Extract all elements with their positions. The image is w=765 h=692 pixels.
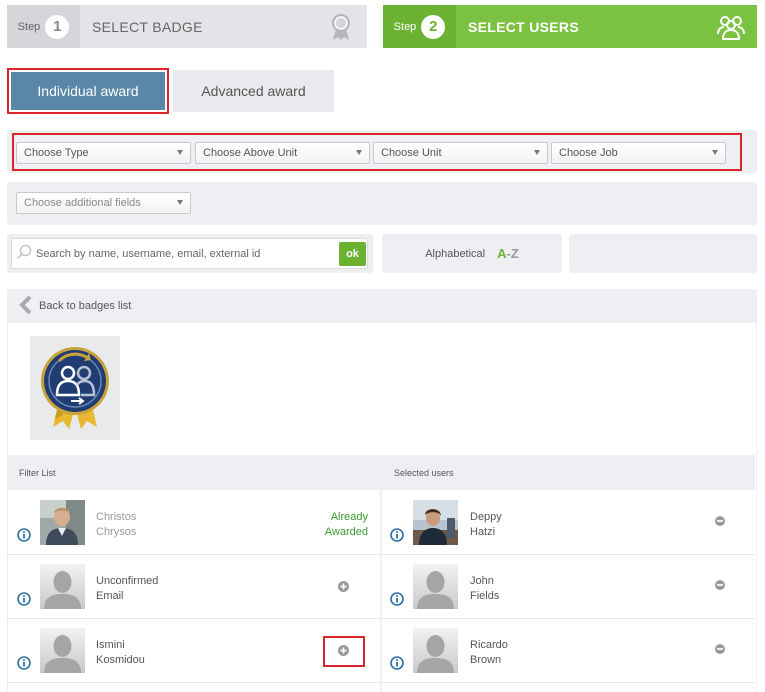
back-to-badges-link[interactable]: Back to badges list (7, 289, 757, 323)
user-name: Unconfirmed Email (96, 575, 159, 602)
step-word: Step (393, 20, 417, 33)
avatar-placeholder (40, 628, 85, 673)
unit-select[interactable]: Choose Unit (373, 142, 548, 164)
avatar-placeholder (413, 564, 458, 609)
filter-list-header: Filter List (7, 455, 380, 490)
info-icon[interactable] (390, 528, 404, 542)
caret-down-icon (712, 150, 718, 155)
step-word: Step (17, 20, 41, 33)
tab-advanced-award[interactable]: Advanced award (173, 70, 334, 112)
user-photo (413, 500, 458, 545)
selected-user-item: John Fields (382, 556, 755, 619)
remove-user-minus-icon[interactable] (714, 514, 726, 526)
selected-badge (30, 336, 120, 440)
caret-down-icon (177, 200, 183, 205)
job-select-value: Choose Job (559, 147, 618, 159)
info-icon[interactable] (17, 592, 31, 606)
search-ok-button[interactable]: ok (339, 242, 366, 266)
sort-label: Alphabetical (425, 247, 486, 260)
user-name: John Fields (470, 575, 500, 602)
step-number-box: Step 1 (7, 5, 80, 48)
alphabetical-sort-button[interactable]: Alphabetical A-Z (382, 234, 562, 273)
back-label: Back to badges list (39, 300, 132, 312)
info-icon[interactable] (17, 656, 31, 670)
filter-list-item: Christos Chrysos Already Awarded (7, 492, 380, 555)
already-awarded-status: Already Awarded (324, 511, 368, 538)
additional-fields-select[interactable]: Choose additional fields (16, 192, 191, 214)
users-group-icon (711, 14, 751, 40)
job-select[interactable]: Choose Job (551, 142, 726, 164)
caret-down-icon (534, 150, 540, 155)
selected-user-item: Deppy Hatzi (382, 492, 755, 555)
unit-select-value: Choose Unit (381, 147, 442, 159)
type-select[interactable]: Choose Type (16, 142, 191, 164)
info-icon[interactable] (390, 656, 404, 670)
empty-panel (569, 234, 757, 273)
caret-down-icon (356, 150, 362, 155)
caret-down-icon (177, 150, 183, 155)
user-name: Ricardo Brown (470, 639, 508, 666)
user-photo (40, 500, 85, 545)
step-label: SELECT BADGE (92, 18, 203, 35)
step-number-box: Step 2 (383, 5, 456, 48)
user-name: Christos Chrysos (96, 511, 137, 538)
additional-fields-value: Choose additional fields (24, 197, 141, 209)
avatar-placeholder (413, 628, 458, 673)
step-number: 2 (421, 14, 446, 39)
step-select-users[interactable]: Step 2 SELECT USERS (383, 5, 757, 48)
user-name: Deppy Hatzi (470, 511, 502, 538)
info-icon[interactable] (17, 528, 31, 542)
remove-user-minus-icon[interactable] (714, 578, 726, 590)
selected-user-item: Ricardo Brown (382, 620, 755, 683)
step-select-badge[interactable]: Step 1 SELECT BADGE (7, 5, 367, 48)
az-sort-icon: A-Z (497, 246, 519, 261)
avatar-placeholder (40, 564, 85, 609)
step-number: 1 (45, 14, 70, 39)
step-label: SELECT USERS (468, 18, 579, 35)
add-button-highlight (323, 636, 365, 667)
selected-users-header: Selected users (382, 455, 755, 490)
above-unit-select[interactable]: Choose Above Unit (195, 142, 370, 164)
type-select-value: Choose Type (24, 147, 89, 159)
add-user-plus-icon[interactable] (337, 580, 350, 593)
above-unit-select-value: Choose Above Unit (203, 147, 298, 159)
search-icon (16, 244, 32, 260)
badge-ribbon-icon (321, 13, 361, 41)
user-name: Ismini Kosmidou (96, 639, 145, 666)
user-award-badge-icon (41, 347, 109, 429)
filter-list-item: Unconfirmed Email (7, 556, 380, 619)
info-icon[interactable] (390, 592, 404, 606)
tab-individual-award[interactable]: Individual award (7, 68, 169, 114)
search-input[interactable] (36, 242, 331, 266)
chevron-left-icon (19, 295, 33, 317)
remove-user-minus-icon[interactable] (714, 642, 726, 654)
